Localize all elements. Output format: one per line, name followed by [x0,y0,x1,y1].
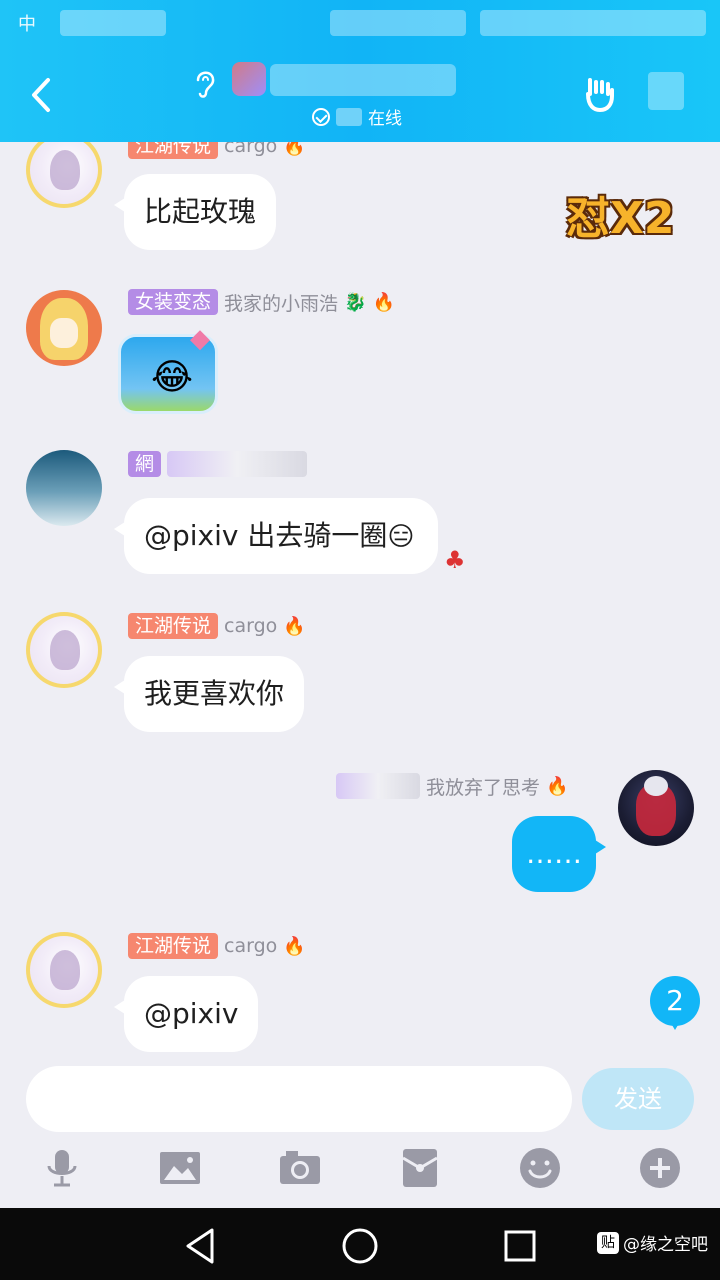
input-area: 发送 [0,1062,720,1208]
nav-back-icon[interactable] [180,1226,220,1266]
ear-icon[interactable] [190,66,220,100]
group-avatar[interactable] [232,62,266,96]
my-avatar[interactable] [618,770,694,846]
my-title-blurred [336,773,420,799]
status-blur [480,10,706,36]
my-message-bubble[interactable]: …… [512,816,606,892]
message-bubble[interactable]: 我更喜欢你 [113,656,305,732]
check-circle-icon [312,107,330,126]
member-title-badge: 江湖传说 [128,613,219,639]
message-bubble[interactable]: @pixiv [113,976,259,1052]
status-blur [330,10,466,36]
online-label: 在线 [368,109,402,129]
sender-name: cargo [224,615,278,637]
carrier-label: 中 [18,14,36,35]
unread-count-badge[interactable]: 2 [650,976,700,1030]
message-list[interactable]: 江湖传说 cargo 🔥 比起玫瑰 怼X2 女装变态 我家的小雨浩 🐉 🔥 😂 … [0,142,720,1062]
red-packet-icon[interactable] [398,1146,442,1190]
message-meta: 江湖传说 cargo 🔥 [128,612,306,640]
back-button[interactable] [22,70,62,120]
message-meta: 江湖传说 cargo 🔥 [128,932,306,960]
avatar[interactable] [26,290,102,366]
qq-penguin-icon: ♣ [444,546,466,574]
avatar[interactable] [26,932,102,1008]
nav-home-icon[interactable] [340,1226,380,1266]
input-toolbar [0,1146,720,1200]
system-nav-bar: 贴 @缘之空吧 [0,1208,720,1280]
message-meta: 網 [128,450,308,478]
chat-header: 中 在线 [0,0,720,142]
sender-name: 我放弃了思考 [426,776,541,799]
status-blur [60,10,166,36]
sender-name: cargo [224,935,278,957]
sender-name: 我家的小雨浩 [224,292,339,315]
online-count-blur [336,107,362,126]
sender-name-blurred [167,451,308,477]
avatar[interactable] [26,142,102,208]
message-meta: 我放弃了思考 🔥 [336,772,568,800]
fire-icon: 🔥 [283,935,306,957]
group-name[interactable] [270,64,456,96]
fire-icon: 🔥 [546,775,569,797]
smirk-emoji: 😑 [387,522,415,552]
sticker[interactable]: 怼X2 [566,182,675,246]
message-input[interactable] [26,1066,572,1132]
plus-icon[interactable] [638,1146,682,1190]
avatar[interactable] [26,612,102,688]
sender-name: cargo [224,142,278,157]
nav-recents-icon[interactable] [500,1226,540,1266]
message-meta: 江湖传说 cargo 🔥 [128,142,306,160]
send-button[interactable]: 发送 [582,1068,694,1130]
member-title-badge: 江湖传说 [128,933,219,959]
message-meta: 女装变态 我家的小雨浩 🐉 🔥 [128,288,395,316]
online-status: 在线 [312,104,402,129]
fire-icon: 🔥 [283,142,306,157]
image-icon[interactable] [158,1146,202,1190]
message-bubble[interactable]: 比起玫瑰 [113,174,277,250]
chevron-left-icon [32,78,50,112]
member-title-badge: 江湖传说 [128,142,219,159]
member-title-badge: 女装变态 [128,289,219,315]
watermark: 贴 @缘之空吧 [597,1230,708,1255]
fire-icon: 🔥 [283,615,306,637]
hand-gesture-icon[interactable] [580,72,620,114]
emoji-icon[interactable] [518,1146,562,1190]
member-title-badge: 網 [128,451,162,477]
menu-button[interactable] [648,72,684,110]
camera-icon[interactable] [278,1146,322,1190]
laughing-emoji: 😂 [151,357,194,398]
watermark-text: @缘之空吧 [623,1235,708,1255]
avatar[interactable] [26,450,102,526]
microphone-icon[interactable] [40,1146,84,1190]
message-bubble[interactable]: @pixiv 出去骑一圈😑 [113,498,439,574]
message-text: @pixiv 出去骑一圈 [144,519,388,552]
fire-icon: 🔥 [372,291,395,313]
status-bar: 中 [0,0,720,40]
zhihu-logo: 贴 [597,1231,619,1254]
kite-icon: ◆ [190,324,210,354]
dragon-icon: 🐉 [344,291,367,313]
